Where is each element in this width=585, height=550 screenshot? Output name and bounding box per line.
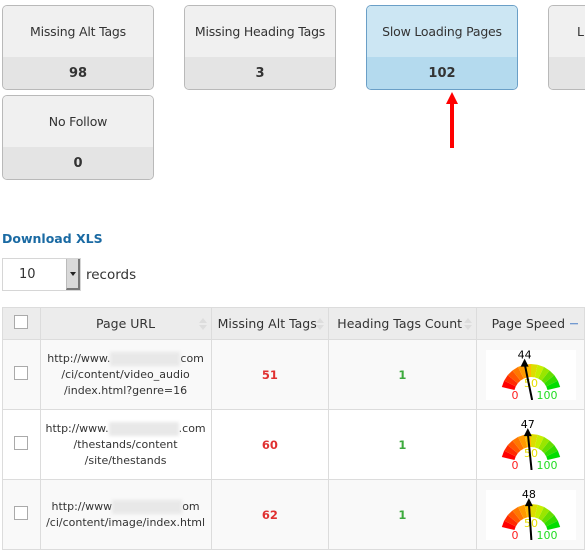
card-value: 0 (3, 147, 153, 179)
gauge-value-label: 48 (521, 490, 535, 501)
column-header-page-url[interactable]: Page URL (39, 307, 212, 340)
select-all-checkbox[interactable] (14, 315, 29, 329)
row-checkbox[interactable] (14, 436, 29, 450)
column-header-page-speed[interactable]: Page Speed (475, 307, 585, 340)
card-partial[interactable]: L (548, 5, 585, 90)
page-url: http://www om/ci/content/image/index.html (42, 499, 210, 531)
missing-alt-tags-cell: 62 (210, 479, 330, 550)
gauge-value-label: 44 (517, 350, 531, 362)
page-url-cell: http://www. .com/thestands/content/site/t… (39, 409, 212, 480)
page-length-control: 10 records (2, 258, 136, 291)
select-all-header (2, 307, 41, 340)
column-label: Missing Alt Tags (217, 316, 317, 331)
page-speed-gauge: 0 50 100 44 (485, 349, 576, 400)
table-header-row: Page URL Missing Alt Tags Heading Tags C… (2, 307, 585, 340)
table-row: http://www. .com/thestands/content/site/t… (2, 409, 585, 480)
page-speed-cell: 0 50 100 47 (475, 409, 585, 480)
page-speed-cell: 05010048 (475, 479, 585, 550)
column-label: Heading Tags Count (337, 316, 463, 331)
heading-tags-count-value: 1 (398, 437, 407, 452)
row-select-cell (2, 409, 41, 480)
table-row: http://www om/ci/content/image/index.html… (2, 479, 585, 550)
url-line: http://www. com (47, 351, 204, 366)
page-speed-gauge: 05010048 (485, 489, 576, 540)
records-label: records (86, 266, 137, 283)
page-url-cell: http://www om/ci/content/image/index.html (39, 479, 212, 550)
url-line: /thestands/content (73, 437, 178, 451)
heading-tags-count-value: 1 (398, 367, 407, 382)
card-value: 102 (367, 57, 517, 89)
card-missing-alt-tags[interactable]: Missing Alt Tags 98 (2, 5, 154, 90)
missing-alt-tags-cell: 60 (210, 409, 330, 480)
card-title: No Follow (3, 96, 153, 147)
page-url: http://www. com/ci/content/video_audio/in… (42, 351, 210, 399)
download-xls-link[interactable]: Download XLS (2, 231, 103, 246)
url-line: /ci/content/video_audio (61, 367, 190, 381)
page-url: http://www. .com/thestands/content/site/t… (42, 421, 210, 469)
gauge-value-label: 47 (520, 420, 534, 431)
page-speed-cell: 0 50 100 44 (475, 339, 585, 410)
card-value: 98 (3, 57, 153, 89)
page-url-cell: http://www. com/ci/content/video_audio/in… (39, 339, 212, 410)
chevron-down-icon[interactable] (66, 259, 80, 290)
card-title: Slow Loading Pages (367, 6, 517, 57)
heading-tags-count-cell: 1 (328, 409, 477, 480)
heading-tags-count-cell: 1 (328, 339, 477, 410)
sort-icon[interactable] (316, 317, 325, 330)
row-checkbox[interactable] (14, 366, 29, 380)
url-line: http://www om (51, 499, 200, 514)
row-checkbox[interactable] (14, 506, 29, 520)
card-no-follow[interactable]: No Follow 0 (2, 95, 154, 180)
url-line: /ci/content/image/index.html (46, 515, 206, 529)
card-title-text: L (577, 24, 584, 39)
missing-alt-tags-value: 51 (261, 367, 278, 382)
collapse-icon[interactable] (570, 322, 578, 325)
card-value (549, 57, 585, 89)
column-label: Page Speed (491, 316, 565, 331)
url-line: http://www. .com (45, 421, 206, 436)
card-missing-heading-tags[interactable]: Missing Heading Tags 3 (184, 5, 336, 90)
row-select-cell (2, 479, 41, 550)
row-select-cell (2, 339, 41, 410)
card-value: 3 (185, 57, 335, 89)
gauge-min-label: 0 (511, 389, 518, 400)
url-line: /index.html?genre=16 (63, 383, 188, 397)
table-row: http://www. com/ci/content/video_audio/in… (2, 339, 585, 410)
heading-tags-count-value: 1 (398, 507, 407, 522)
redacted-domain (108, 421, 179, 436)
annotation-arrow-icon (446, 92, 458, 148)
records-select[interactable]: 10 (2, 258, 81, 291)
missing-alt-tags-value: 60 (261, 437, 278, 452)
sort-icon[interactable] (198, 317, 207, 330)
missing-alt-tags-value: 62 (261, 507, 278, 522)
gauge-max-label: 100 (536, 459, 557, 470)
records-select-value: 10 (19, 267, 36, 282)
card-title: Missing Alt Tags (3, 6, 153, 57)
heading-tags-count-cell: 1 (328, 479, 477, 550)
gauge-min-label: 0 (511, 529, 518, 540)
card-title: Missing Heading Tags (185, 6, 335, 57)
url-line: /site/thestands (84, 453, 167, 467)
card-title: L (549, 6, 585, 57)
sort-icon[interactable] (463, 317, 472, 330)
gauge-max-label: 100 (536, 529, 557, 540)
gauge-max-label: 100 (536, 389, 557, 400)
missing-alt-tags-cell: 51 (210, 339, 330, 410)
column-label: Page URL (96, 316, 156, 331)
redacted-domain (110, 351, 181, 366)
gauge-min-label: 0 (511, 459, 518, 470)
page-speed-gauge: 0 50 100 47 (485, 419, 576, 470)
redacted-domain (112, 499, 183, 514)
column-header-heading-tags-count[interactable]: Heading Tags Count (328, 307, 477, 340)
results-table: Page URL Missing Alt Tags Heading Tags C… (2, 307, 585, 550)
column-header-missing-alt-tags[interactable]: Missing Alt Tags (210, 307, 330, 340)
card-slow-loading-pages[interactable]: Slow Loading Pages 102 (366, 5, 518, 90)
